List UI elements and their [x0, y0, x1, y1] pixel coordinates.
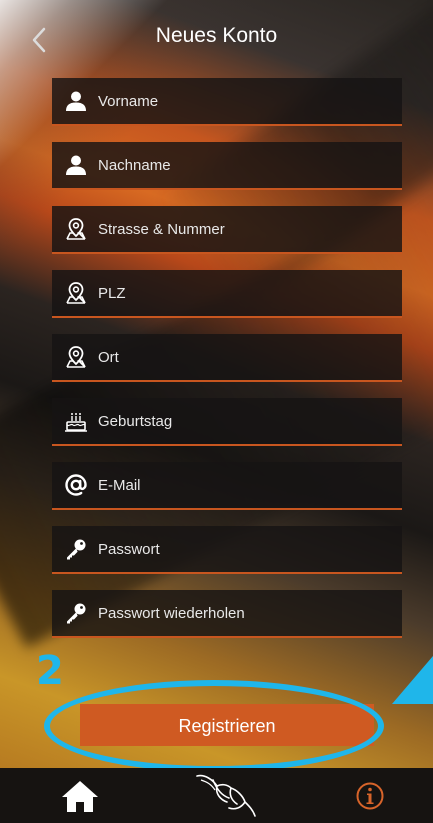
- info-icon: [356, 782, 384, 809]
- location-pin-icon: [64, 281, 88, 305]
- birthday-cake-icon: [64, 409, 88, 433]
- tab-info[interactable]: [345, 768, 395, 823]
- annotation-highlight-ellipse: [44, 680, 384, 772]
- email-placeholder: E-Mail: [98, 476, 141, 494]
- tab-home[interactable]: [50, 768, 110, 823]
- bottom-tab-bar: [0, 768, 433, 823]
- password-field[interactable]: Passwort: [52, 526, 402, 574]
- street-field[interactable]: Strasse & Nummer: [52, 206, 402, 254]
- header: Neues Konto: [0, 20, 433, 60]
- birthday-placeholder: Geburtstag: [98, 412, 173, 430]
- annotation-arrow: [392, 656, 433, 704]
- city-field[interactable]: Ort: [52, 334, 402, 382]
- key-icon: [64, 601, 88, 625]
- tab-logo[interactable]: [185, 768, 265, 823]
- first-name-field[interactable]: Vorname: [52, 78, 402, 126]
- password-repeat-placeholder: Passwort wiederholen: [98, 604, 245, 622]
- first-name-placeholder: Vorname: [98, 92, 159, 110]
- birthday-field[interactable]: Geburtstag: [52, 398, 402, 446]
- zip-field[interactable]: PLZ: [52, 270, 402, 318]
- location-pin-icon: [64, 345, 88, 369]
- person-icon: [64, 89, 88, 113]
- key-icon: [64, 537, 88, 561]
- last-name-field[interactable]: Nachname: [52, 142, 402, 190]
- home-icon: [62, 780, 98, 812]
- street-placeholder: Strasse & Nummer: [98, 220, 225, 238]
- city-placeholder: Ort: [98, 348, 119, 366]
- last-name-placeholder: Nachname: [98, 156, 171, 174]
- at-sign-icon: [64, 473, 88, 497]
- hand-logo-icon: [196, 774, 256, 817]
- zip-placeholder: PLZ: [98, 284, 126, 302]
- location-pin-icon: [64, 217, 88, 241]
- email-field[interactable]: E-Mail: [52, 462, 402, 510]
- annotation-step-number: 2: [36, 648, 64, 694]
- password-repeat-field[interactable]: Passwort wiederholen: [52, 590, 402, 638]
- page-title: Neues Konto: [155, 24, 278, 47]
- password-placeholder: Passwort: [98, 540, 160, 558]
- person-icon: [64, 153, 88, 177]
